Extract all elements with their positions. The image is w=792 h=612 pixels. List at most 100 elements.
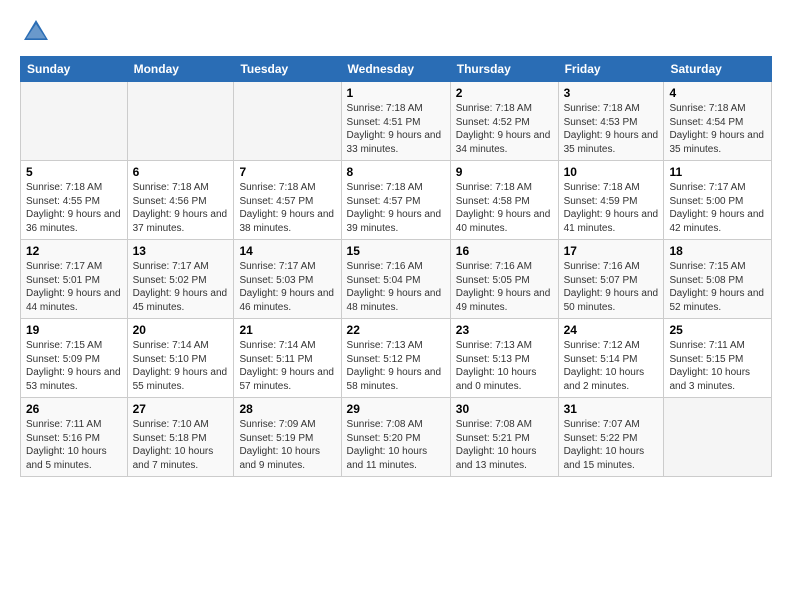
day-number: 17 bbox=[564, 244, 659, 258]
week-row-4: 19Sunrise: 7:15 AM Sunset: 5:09 PM Dayli… bbox=[21, 319, 772, 398]
cell-2-5: 9 Sunrise: 7:18 AM Sunset: 4:58 PM Daylig… bbox=[450, 161, 558, 240]
cell-2-1: 5 Sunrise: 7:18 AM Sunset: 4:55 PM Daylig… bbox=[21, 161, 128, 240]
cell-5-5: 30 Sunrise: 7:08 AM Sunset: 5:21 PM Dayli… bbox=[450, 398, 558, 477]
cell-content: Sunrise: 7:15 AM Sunset: 5:08 PM Dayligh… bbox=[669, 260, 766, 314]
cell-2-3: 7Sunrise: 7:18 AM Sunset: 4:57 PM Daylig… bbox=[234, 161, 341, 240]
day-number: 16 bbox=[456, 244, 553, 258]
cell-2-2: 6 Sunrise: 7:18 AM Sunset: 4:56 PM Daylig… bbox=[127, 161, 234, 240]
cell-content: Sunrise: 7:13 AM Sunset: 5:13 PM Dayligh… bbox=[456, 339, 553, 393]
calendar-header-row: SundayMondayTuesdayWednesdayThursdayFrid… bbox=[21, 57, 772, 82]
cell-content: Sunrise: 7:18 AM Sunset: 4:56 PM Dayligh… bbox=[133, 181, 229, 235]
calendar-table: SundayMondayTuesdayWednesdayThursdayFrid… bbox=[20, 56, 772, 477]
cell-content: Sunrise: 7:18 AM Sunset: 4:58 PM Dayligh… bbox=[456, 181, 553, 235]
day-number: 9 bbox=[456, 165, 553, 179]
cell-3-3: 14 Sunrise: 7:17 AM Sunset: 5:03 PM Dayli… bbox=[234, 240, 341, 319]
cell-content: Sunrise: 7:09 AM Sunset: 5:19 PM Dayligh… bbox=[239, 418, 335, 472]
day-number: 22 bbox=[347, 323, 445, 337]
cell-3-5: 16 Sunrise: 7:16 AM Sunset: 5:05 PM Dayli… bbox=[450, 240, 558, 319]
day-number: 3 bbox=[564, 86, 659, 100]
day-number: 7 bbox=[239, 165, 335, 179]
cell-content: Sunrise: 7:16 AM Sunset: 5:05 PM Dayligh… bbox=[456, 260, 553, 314]
day-number: 27 bbox=[133, 402, 229, 416]
cell-3-7: 18 Sunrise: 7:15 AM Sunset: 5:08 PM Dayli… bbox=[664, 240, 772, 319]
cell-2-7: 11Sunrise: 7:17 AM Sunset: 5:00 PM Dayli… bbox=[664, 161, 772, 240]
week-row-5: 26Sunrise: 7:11 AM Sunset: 5:16 PM Dayli… bbox=[21, 398, 772, 477]
day-number: 10 bbox=[564, 165, 659, 179]
col-header-saturday: Saturday bbox=[664, 57, 772, 82]
cell-1-4: 1 Sunrise: 7:18 AM Sunset: 4:51 PM Daylig… bbox=[341, 82, 450, 161]
cell-content: Sunrise: 7:11 AM Sunset: 5:16 PM Dayligh… bbox=[26, 418, 122, 472]
day-number: 31 bbox=[564, 402, 659, 416]
cell-5-7 bbox=[664, 398, 772, 477]
cell-content: Sunrise: 7:08 AM Sunset: 5:20 PM Dayligh… bbox=[347, 418, 445, 472]
cell-content: Sunrise: 7:16 AM Sunset: 5:04 PM Dayligh… bbox=[347, 260, 445, 314]
cell-1-2 bbox=[127, 82, 234, 161]
cell-content: Sunrise: 7:17 AM Sunset: 5:03 PM Dayligh… bbox=[239, 260, 335, 314]
cell-1-5: 2 Sunrise: 7:18 AM Sunset: 4:52 PM Daylig… bbox=[450, 82, 558, 161]
col-header-thursday: Thursday bbox=[450, 57, 558, 82]
cell-5-2: 27Sunrise: 7:10 AM Sunset: 5:18 PM Dayli… bbox=[127, 398, 234, 477]
cell-content: Sunrise: 7:08 AM Sunset: 5:21 PM Dayligh… bbox=[456, 418, 553, 472]
day-number: 13 bbox=[133, 244, 229, 258]
cell-content: Sunrise: 7:16 AM Sunset: 5:07 PM Dayligh… bbox=[564, 260, 659, 314]
cell-4-6: 24 Sunrise: 7:12 AM Sunset: 5:14 PM Dayli… bbox=[558, 319, 664, 398]
day-number: 23 bbox=[456, 323, 553, 337]
cell-5-3: 28 Sunrise: 7:09 AM Sunset: 5:19 PM Dayli… bbox=[234, 398, 341, 477]
cell-content: Sunrise: 7:13 AM Sunset: 5:12 PM Dayligh… bbox=[347, 339, 445, 393]
cell-4-7: 25 Sunrise: 7:11 AM Sunset: 5:15 PM Dayli… bbox=[664, 319, 772, 398]
page-container: SundayMondayTuesdayWednesdayThursdayFrid… bbox=[0, 0, 792, 487]
day-number: 15 bbox=[347, 244, 445, 258]
day-number: 25 bbox=[669, 323, 766, 337]
cell-1-3 bbox=[234, 82, 341, 161]
cell-content: Sunrise: 7:15 AM Sunset: 5:09 PM Dayligh… bbox=[26, 339, 122, 393]
cell-5-1: 26Sunrise: 7:11 AM Sunset: 5:16 PM Dayli… bbox=[21, 398, 128, 477]
day-number: 5 bbox=[26, 165, 122, 179]
cell-3-2: 13Sunrise: 7:17 AM Sunset: 5:02 PM Dayli… bbox=[127, 240, 234, 319]
cell-content: Sunrise: 7:07 AM Sunset: 5:22 PM Dayligh… bbox=[564, 418, 659, 472]
cell-4-5: 23 Sunrise: 7:13 AM Sunset: 5:13 PM Dayli… bbox=[450, 319, 558, 398]
cell-content: Sunrise: 7:18 AM Sunset: 4:51 PM Dayligh… bbox=[347, 102, 445, 156]
logo bbox=[20, 16, 56, 48]
day-number: 4 bbox=[669, 86, 766, 100]
cell-content: Sunrise: 7:18 AM Sunset: 4:52 PM Dayligh… bbox=[456, 102, 553, 156]
day-number: 24 bbox=[564, 323, 659, 337]
col-header-monday: Monday bbox=[127, 57, 234, 82]
cell-1-1 bbox=[21, 82, 128, 161]
day-number: 28 bbox=[239, 402, 335, 416]
day-number: 14 bbox=[239, 244, 335, 258]
header bbox=[20, 16, 772, 48]
cell-3-6: 17 Sunrise: 7:16 AM Sunset: 5:07 PM Dayli… bbox=[558, 240, 664, 319]
col-header-wednesday: Wednesday bbox=[341, 57, 450, 82]
week-row-2: 5 Sunrise: 7:18 AM Sunset: 4:55 PM Daylig… bbox=[21, 161, 772, 240]
cell-5-6: 31 Sunrise: 7:07 AM Sunset: 5:22 PM Dayli… bbox=[558, 398, 664, 477]
day-number: 30 bbox=[456, 402, 553, 416]
day-number: 18 bbox=[669, 244, 766, 258]
cell-content: Sunrise: 7:18 AM Sunset: 4:57 PM Dayligh… bbox=[347, 181, 445, 235]
cell-content: Sunrise: 7:12 AM Sunset: 5:14 PM Dayligh… bbox=[564, 339, 659, 393]
cell-content: Sunrise: 7:18 AM Sunset: 4:59 PM Dayligh… bbox=[564, 181, 659, 235]
cell-5-4: 29 Sunrise: 7:08 AM Sunset: 5:20 PM Dayli… bbox=[341, 398, 450, 477]
col-header-tuesday: Tuesday bbox=[234, 57, 341, 82]
day-number: 2 bbox=[456, 86, 553, 100]
day-number: 12 bbox=[26, 244, 122, 258]
day-number: 8 bbox=[347, 165, 445, 179]
day-number: 11 bbox=[669, 165, 766, 179]
week-row-3: 12 Sunrise: 7:17 AM Sunset: 5:01 PM Dayli… bbox=[21, 240, 772, 319]
cell-3-4: 15 Sunrise: 7:16 AM Sunset: 5:04 PM Dayli… bbox=[341, 240, 450, 319]
cell-content: Sunrise: 7:18 AM Sunset: 4:53 PM Dayligh… bbox=[564, 102, 659, 156]
cell-2-6: 10 Sunrise: 7:18 AM Sunset: 4:59 PM Dayli… bbox=[558, 161, 664, 240]
cell-content: Sunrise: 7:14 AM Sunset: 5:11 PM Dayligh… bbox=[239, 339, 335, 393]
day-number: 6 bbox=[133, 165, 229, 179]
cell-1-7: 4Sunrise: 7:18 AM Sunset: 4:54 PM Daylig… bbox=[664, 82, 772, 161]
col-header-sunday: Sunday bbox=[21, 57, 128, 82]
cell-4-3: 21 Sunrise: 7:14 AM Sunset: 5:11 PM Dayli… bbox=[234, 319, 341, 398]
cell-content: Sunrise: 7:11 AM Sunset: 5:15 PM Dayligh… bbox=[669, 339, 766, 393]
day-number: 20 bbox=[133, 323, 229, 337]
cell-content: Sunrise: 7:18 AM Sunset: 4:55 PM Dayligh… bbox=[26, 181, 122, 235]
cell-1-6: 3 Sunrise: 7:18 AM Sunset: 4:53 PM Daylig… bbox=[558, 82, 664, 161]
cell-2-4: 8 Sunrise: 7:18 AM Sunset: 4:57 PM Daylig… bbox=[341, 161, 450, 240]
day-number: 21 bbox=[239, 323, 335, 337]
cell-content: Sunrise: 7:17 AM Sunset: 5:01 PM Dayligh… bbox=[26, 260, 122, 314]
day-number: 1 bbox=[347, 86, 445, 100]
day-number: 29 bbox=[347, 402, 445, 416]
